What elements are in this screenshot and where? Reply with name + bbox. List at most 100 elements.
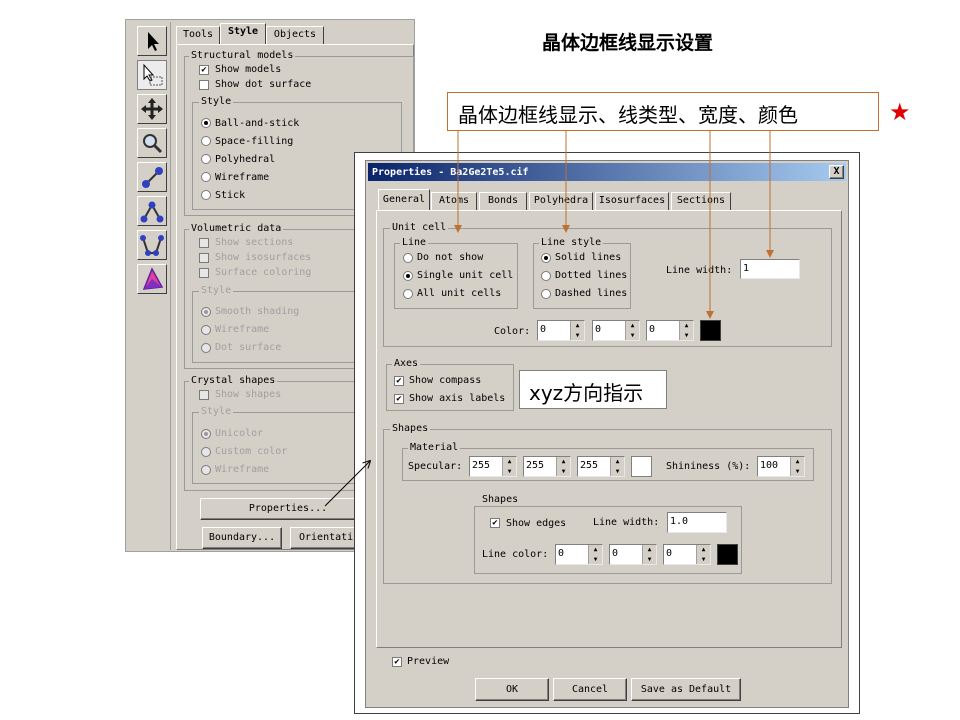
unit-cell-color-b-input[interactable]: 0 ▲ ▼ [646, 320, 694, 341]
tab-atoms[interactable]: Atoms [431, 192, 477, 210]
shininess-input[interactable]: 100 ▲ ▼ [757, 456, 805, 477]
show-isosurfaces-label: Show isosurfaces [215, 252, 312, 263]
do-not-show-label: Do not show [417, 252, 484, 263]
line-color-r-value: 0 [558, 548, 565, 559]
unit-cell-line-width-input[interactable]: 1 [740, 259, 800, 279]
select-box-tool-button[interactable] [137, 60, 167, 90]
show-isosurfaces-checkbox[interactable] [199, 253, 209, 263]
space-filling-radio[interactable] [201, 136, 211, 146]
specular-g-spinner[interactable]: ▲ ▼ [556, 457, 570, 476]
dot-surface-radio[interactable] [201, 343, 211, 353]
preview-checkbox[interactable]: ✔ [392, 657, 402, 667]
callout-text-axes: xyz方向指示 [529, 381, 644, 405]
crystal-shapes-title: Crystal shapes [189, 375, 278, 387]
show-edges-checkbox[interactable]: ✔ [490, 518, 500, 528]
cancel-button[interactable]: Cancel [553, 678, 627, 701]
line-color-swatch[interactable] [717, 544, 738, 565]
show-dot-surface-label: Show dot surface [215, 79, 312, 90]
show-compass-checkbox[interactable]: ✔ [394, 376, 404, 386]
show-axis-labels-checkbox[interactable]: ✔ [394, 394, 404, 404]
specular-g-value: 255 [526, 460, 545, 471]
specular-g-input[interactable]: 255 ▲ ▼ [523, 456, 571, 477]
dialog-title: Properties - Ba2Ge2Te5.cif [372, 167, 529, 178]
properties-button[interactable]: Properties... [200, 498, 376, 520]
dialog-close-button[interactable]: X [829, 165, 844, 179]
show-dot-surface-checkbox[interactable] [199, 80, 209, 90]
line-title: Line [400, 237, 429, 249]
custom-color-radio[interactable] [201, 447, 211, 457]
unit-cell-color-g-spinner[interactable]: ▲ ▼ [625, 321, 639, 340]
solid-lines-label: Solid lines [555, 252, 622, 263]
dotted-lines-radio[interactable] [541, 271, 551, 281]
crystal-wireframe-radio[interactable] [201, 465, 211, 475]
line-color-r-input[interactable]: 0 ▲ ▼ [555, 544, 603, 565]
shape-tool-button[interactable] [137, 264, 167, 294]
specular-color-swatch[interactable] [631, 456, 652, 477]
unit-cell-color-r-spinner[interactable]: ▲ ▼ [570, 321, 584, 340]
shininess-spinner[interactable]: ▲ ▼ [790, 457, 804, 476]
line-color-g-input[interactable]: 0 ▲ ▼ [609, 544, 657, 565]
unit-cell-color-r-input[interactable]: 0 ▲ ▼ [537, 320, 585, 341]
select-cursor-icon [143, 63, 163, 86]
arrow-icon [148, 32, 159, 51]
show-models-checkbox[interactable]: ✔ [199, 65, 209, 75]
tab-sections[interactable]: Sections [671, 192, 731, 210]
show-shapes-checkbox[interactable] [199, 390, 209, 400]
unicolor-label: Unicolor [215, 428, 264, 439]
unit-cell-color-g-value: 0 [595, 324, 602, 335]
ball-and-stick-radio[interactable] [201, 118, 211, 128]
bond-length-tool-button[interactable] [137, 162, 167, 192]
tab-style[interactable]: Style [220, 23, 266, 44]
unit-cell-color-swatch[interactable] [700, 320, 721, 341]
unit-cell-color-g-input[interactable]: 0 ▲ ▼ [592, 320, 640, 341]
smooth-shading-radio[interactable] [201, 307, 211, 317]
dihedral-tool-button[interactable] [137, 230, 167, 260]
ok-button[interactable]: OK [475, 678, 549, 701]
line-color-r-spinner[interactable]: ▲ ▼ [588, 545, 602, 564]
edges-line-width-input[interactable]: 1.0 [667, 512, 727, 533]
do-not-show-radio[interactable] [403, 253, 413, 263]
line-color-b-spinner[interactable]: ▲ ▼ [696, 545, 710, 564]
unit-cell-line-width-label: Line width: [666, 265, 733, 276]
show-sections-checkbox[interactable] [199, 238, 209, 248]
specular-b-input[interactable]: 255 ▲ ▼ [577, 456, 625, 477]
move-tool-button[interactable] [137, 94, 167, 124]
dashed-lines-radio[interactable] [541, 289, 551, 299]
wireframe-radio[interactable] [201, 172, 211, 182]
all-unit-cells-label: All unit cells [417, 288, 502, 299]
tab-polyhedra[interactable]: Polyhedra [529, 192, 593, 210]
specular-b-spinner[interactable]: ▲ ▼ [610, 457, 624, 476]
dot-surface-label: Dot surface [215, 342, 282, 353]
zoom-tool-button[interactable] [137, 128, 167, 158]
tab-general[interactable]: General [378, 189, 430, 210]
volumetric-style-title: Style [199, 285, 234, 297]
boundary-button[interactable]: Boundary... [202, 527, 282, 549]
line-color-g-value: 0 [612, 548, 619, 559]
stick-radio[interactable] [201, 190, 211, 200]
tab-bonds[interactable]: Bonds [479, 192, 527, 210]
space-filling-label: Space-filling [215, 136, 294, 147]
select-tool-button[interactable] [137, 26, 167, 56]
custom-color-label: Custom color [215, 446, 288, 457]
polyhedral-radio[interactable] [201, 154, 211, 164]
surface-coloring-checkbox[interactable] [199, 268, 209, 278]
single-unit-cell-radio[interactable] [403, 271, 413, 281]
all-unit-cells-radio[interactable] [403, 289, 413, 299]
material-title: Material [408, 442, 461, 454]
save-as-default-button[interactable]: Save as Default [631, 678, 741, 701]
tool-palette [134, 22, 171, 550]
unicolor-radio[interactable] [201, 429, 211, 439]
preview-label: Preview [407, 656, 450, 667]
solid-lines-radio[interactable] [541, 253, 551, 263]
tab-objects[interactable]: Objects [266, 26, 324, 44]
unit-cell-color-b-spinner[interactable]: ▲ ▼ [679, 321, 693, 340]
specular-r-input[interactable]: 255 ▲ ▼ [469, 456, 517, 477]
tab-tools[interactable]: Tools [176, 26, 220, 44]
tab-isosurfaces[interactable]: Isosurfaces [595, 192, 669, 210]
line-color-b-input[interactable]: 0 ▲ ▼ [663, 544, 711, 565]
vol-wireframe-radio[interactable] [201, 325, 211, 335]
vol-wireframe-label: Wireframe [215, 324, 270, 335]
bond-angle-tool-button[interactable] [137, 196, 167, 226]
specular-r-spinner[interactable]: ▲ ▼ [502, 457, 516, 476]
line-color-g-spinner[interactable]: ▲ ▼ [642, 545, 656, 564]
